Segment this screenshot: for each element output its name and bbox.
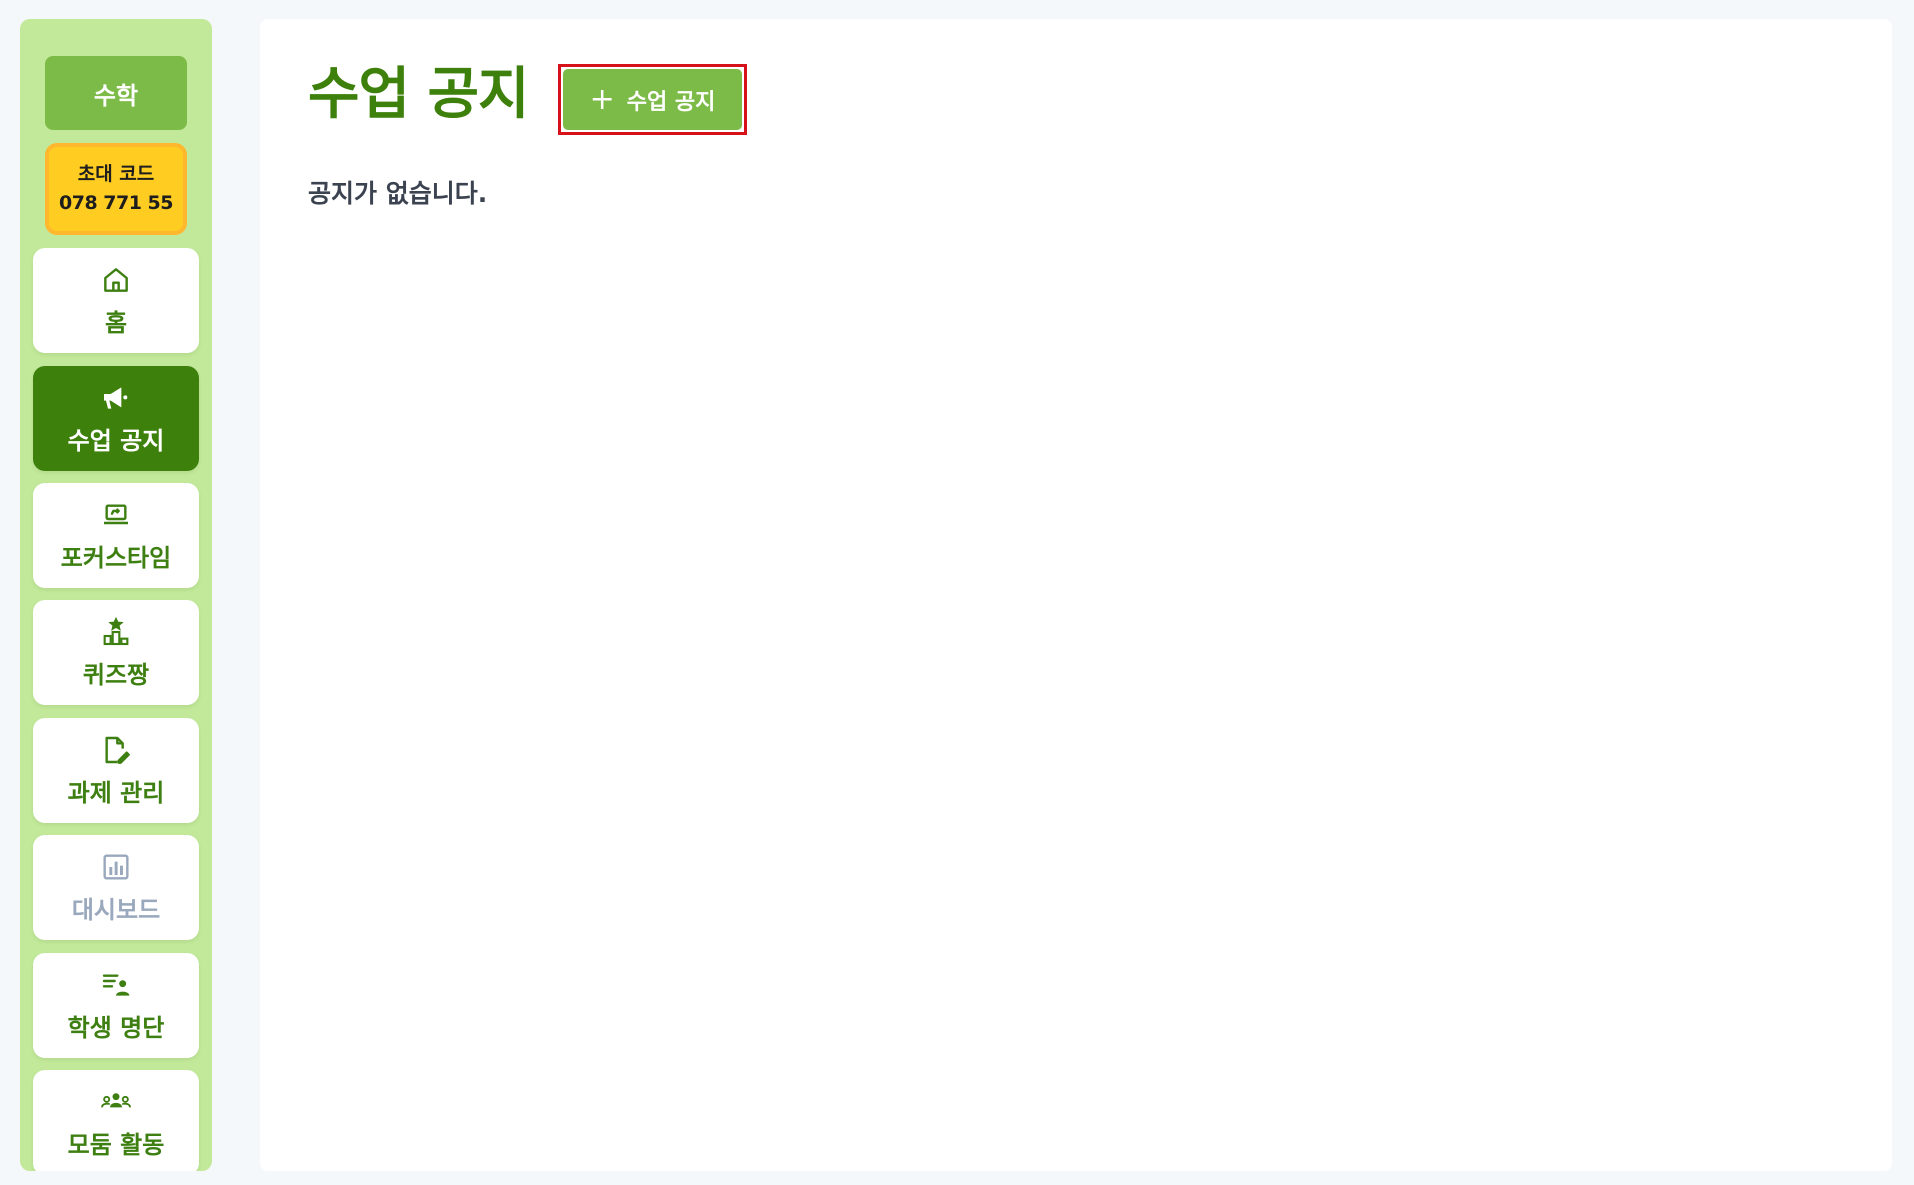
sidebar-item-label: 포커스타임 <box>60 544 172 572</box>
sidebar-item-assignments[interactable]: 과제 관리 <box>33 718 199 823</box>
main-content: 수업 공지 + 수업 공지 공지가 없습니다. <box>260 19 1892 1171</box>
sidebar-item-label: 학생 명단 <box>67 1014 165 1042</box>
sidebar-item-focustime[interactable]: 포커스타임 <box>33 483 199 588</box>
page-title: 수업 공지 <box>308 62 530 127</box>
sidebar-item-students[interactable]: 학생 명단 <box>33 953 199 1058</box>
empty-message: 공지가 없습니다. <box>308 179 488 208</box>
podium-icon <box>99 615 133 649</box>
invite-code-label: 초대 코드 <box>77 163 155 185</box>
plus-icon: + <box>589 81 615 117</box>
sidebar-item-label: 모둠 활동 <box>67 1131 165 1159</box>
sidebar-item-label: 수업 공지 <box>67 427 165 455</box>
chart-icon <box>99 850 133 884</box>
add-notice-button-label: 수업 공지 <box>626 89 716 115</box>
sidebar-item-label: 홈 <box>104 309 128 337</box>
add-notice-button[interactable]: + 수업 공지 <box>563 69 742 130</box>
megaphone-icon <box>99 381 133 415</box>
sidebar-item-label: 퀴즈짱 <box>82 661 150 689</box>
sidebar-item-label: 대시보드 <box>71 896 161 924</box>
sidebar-item-quiz[interactable]: 퀴즈짱 <box>33 600 199 705</box>
class-name: 수학 <box>45 56 187 130</box>
invite-code-card: 초대 코드 078 771 55 <box>45 143 187 235</box>
home-icon <box>99 263 133 297</box>
invite-code-value: 078 771 55 <box>59 192 174 214</box>
laptop-icon <box>99 498 133 532</box>
student-list-icon <box>99 968 133 1002</box>
sidebar-item-notice[interactable]: 수업 공지 <box>33 366 199 471</box>
sidebar-item-dashboard[interactable]: 대시보드 <box>33 835 199 940</box>
group-icon <box>99 1085 133 1119</box>
edit-document-icon <box>99 733 133 767</box>
sidebar: 수학 초대 코드 078 771 55 홈 수업 공지 포커스타임 퀴즈짱 과제… <box>20 19 212 1171</box>
sidebar-item-label: 과제 관리 <box>67 779 165 807</box>
sidebar-item-groups[interactable]: 모둠 활동 <box>33 1070 199 1171</box>
sidebar-item-home[interactable]: 홈 <box>33 248 199 353</box>
